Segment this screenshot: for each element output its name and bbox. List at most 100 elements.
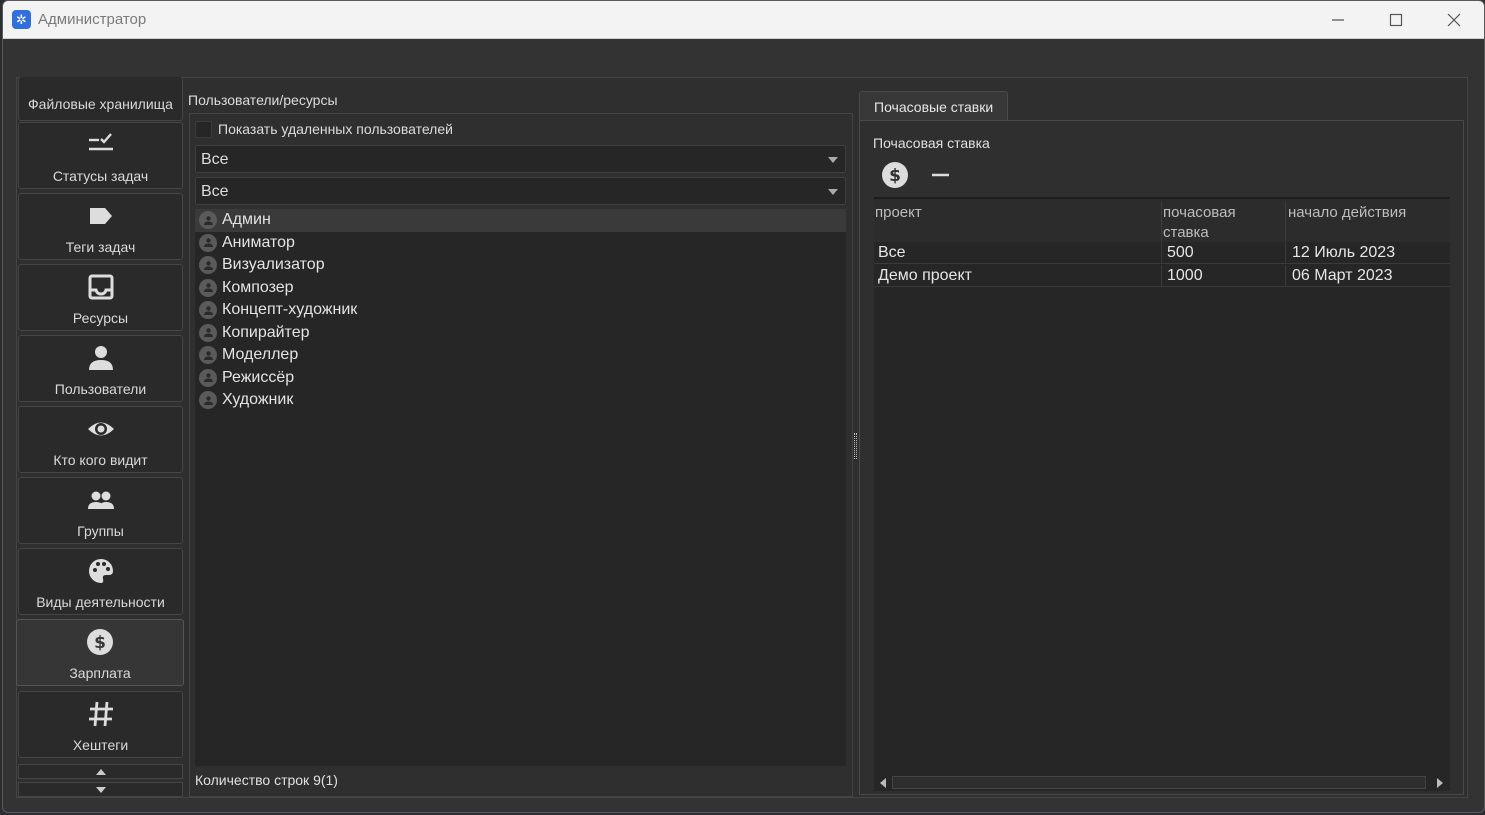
user-name: Визуализатор [222, 256, 325, 274]
sidebar-item-salary[interactable]: $ Зарплата [16, 619, 184, 686]
minus-icon [932, 173, 949, 177]
user-name: Композер [222, 278, 294, 296]
cell-divider [1285, 265, 1286, 287]
palette-icon [19, 557, 182, 585]
sidebar-item-label: Статусы задач [52, 168, 149, 184]
column-divider [1285, 201, 1286, 241]
user-avatar-icon [199, 323, 217, 342]
sidebar-item-label: Виды деятельности [36, 594, 165, 610]
cell-divider [1161, 242, 1162, 264]
maximize-button[interactable] [1367, 1, 1425, 39]
sidebar-item-resources[interactable]: Ресурсы [18, 264, 183, 331]
svg-text:$: $ [94, 633, 106, 653]
sidebar-item-users[interactable]: Пользователи [18, 335, 183, 402]
user-name: Моделлер [222, 346, 299, 364]
sidebar-item-label: Ресурсы [72, 310, 129, 326]
sidebar-item-task-tags[interactable]: Теги задач [18, 193, 183, 260]
chevron-down-icon [828, 157, 838, 163]
table-row[interactable]: Демо проект 1000 06 Март 2023 [874, 265, 1450, 287]
scroll-left-arrow-icon[interactable] [880, 778, 886, 788]
column-header-start-date[interactable]: начало действия [1288, 203, 1448, 223]
show-deleted-checkbox[interactable] [195, 120, 212, 138]
remove-rate-button[interactable] [925, 160, 955, 190]
list-item[interactable]: Композер [195, 277, 846, 300]
column-header-rate[interactable]: почасовая ставка [1163, 203, 1263, 243]
row-count-label: Количество строк 9(1) [195, 772, 338, 788]
sidebar-item-task-statuses[interactable]: Статусы задач [18, 122, 183, 189]
user-name: Художник [222, 391, 294, 409]
title-bar: ✲ Администратор [3, 1, 1484, 39]
dollar-icon: $ [882, 162, 908, 188]
cell-divider [1285, 242, 1286, 264]
group-icon [19, 486, 182, 514]
column-divider [1161, 201, 1162, 241]
user-name: Концепт-художник [222, 301, 358, 319]
maximize-icon [1389, 13, 1403, 27]
filter-dropdown-2[interactable]: Все [195, 177, 846, 205]
add-rate-button[interactable]: $ [880, 160, 910, 190]
sidebar-item-activity-types[interactable]: Виды деятельности [18, 548, 183, 615]
filter-dropdown-value: Все [201, 183, 229, 200]
tag-icon [19, 202, 182, 230]
minimize-icon [1332, 19, 1344, 21]
cell-project: Все [878, 244, 906, 261]
chevron-down-icon [95, 786, 106, 793]
sidebar-item-visibility[interactable]: Кто кого видит [18, 406, 183, 473]
cell-rate: 1000 [1167, 267, 1203, 284]
user-avatar-icon [199, 278, 217, 297]
sidebar-scroll-up-button[interactable] [18, 764, 183, 779]
list-item[interactable]: Режиссёр [195, 367, 846, 390]
tab-hourly-rates[interactable]: Почасовые ставки [859, 91, 1008, 121]
app-logo-icon: ✲ [12, 10, 31, 29]
table-row[interactable]: Все 500 12 Июль 2023 [874, 242, 1450, 264]
user-avatar-icon [199, 391, 217, 410]
tab-label: Почасовые ставки [874, 99, 994, 115]
sidebar-item-label: Группы [77, 523, 124, 539]
show-deleted-row[interactable]: Показать удаленных пользователей [195, 119, 453, 139]
list-item[interactable]: Визуализатор [195, 254, 846, 277]
minimize-button[interactable] [1309, 1, 1367, 39]
cell-rate: 500 [1167, 244, 1194, 261]
sidebar-scroll-down-button[interactable] [18, 782, 183, 797]
sidebar-item-label: Файловые хранилища [28, 96, 173, 112]
hashtag-icon [19, 700, 182, 728]
eye-icon [19, 415, 182, 443]
rates-table: проект почасовая ставка начало действия … [874, 197, 1450, 775]
user-avatar-icon [199, 368, 217, 387]
user-avatar-icon [199, 233, 217, 252]
close-icon [1447, 13, 1461, 27]
user-name: Аниматор [222, 233, 295, 251]
list-item[interactable]: Админ [195, 209, 846, 232]
column-header-project[interactable]: проект [875, 203, 1155, 223]
users-panel-title: Пользователи/ресурсы [188, 92, 338, 108]
window-title: Администратор [38, 11, 147, 28]
list-item[interactable]: Концепт-художник [195, 299, 846, 322]
scrollbar-track[interactable] [892, 776, 1426, 789]
rates-table-header: проект почасовая ставка начало действия [874, 199, 1450, 242]
sidebar-item-hashtags[interactable]: Хештеги [18, 691, 183, 758]
panel-splitter-handle[interactable] [854, 433, 857, 459]
svg-text:$: $ [889, 166, 901, 186]
sidebar-item-file-storage[interactable]: Файловые хранилища [18, 77, 183, 121]
list-item[interactable]: Аниматор [195, 232, 846, 255]
sidebar-item-groups[interactable]: Группы [18, 477, 183, 544]
filter-dropdown-value: Все [201, 151, 229, 168]
list-item[interactable]: Художник [195, 389, 846, 412]
sidebar-item-label: Зарплата [69, 665, 131, 681]
user-avatar-icon [199, 346, 217, 365]
cell-divider [1161, 265, 1162, 287]
close-button[interactable] [1425, 1, 1483, 39]
list-item[interactable]: Копирайтер [195, 322, 846, 345]
cell-project: Демо проект [878, 267, 972, 284]
list-item[interactable]: Моделлер [195, 344, 846, 367]
user-avatar-icon [199, 211, 217, 230]
cell-start-date: 06 Март 2023 [1292, 267, 1393, 284]
user-name: Админ [222, 211, 271, 229]
sidebar-item-label: Пользователи [54, 381, 147, 397]
task-status-icon [19, 131, 182, 159]
scroll-right-arrow-icon[interactable] [1437, 778, 1443, 788]
filter-dropdown-1[interactable]: Все [195, 145, 846, 173]
person-icon [19, 344, 182, 372]
horizontal-scrollbar[interactable] [874, 775, 1450, 791]
chevron-up-icon [95, 768, 106, 775]
